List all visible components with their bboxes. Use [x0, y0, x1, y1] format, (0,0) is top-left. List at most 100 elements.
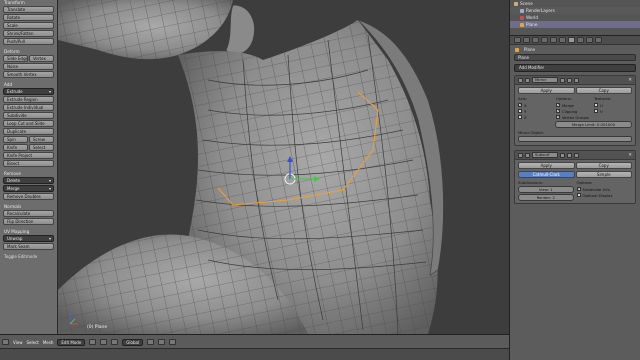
- outliner: Scene RenderLayers World Plane: [509, 0, 640, 36]
- pivot-icon[interactable]: [100, 339, 108, 345]
- modifier-name-field[interactable]: Subsurf: [532, 152, 558, 158]
- spin-button[interactable]: Spin: [3, 136, 28, 143]
- optimal-display-checkbox[interactable]: Optimal Display: [576, 192, 633, 198]
- modifiers-tab-icon[interactable]: [568, 37, 575, 43]
- delete-dropdown-label: Delete: [7, 178, 21, 183]
- push-pull-button[interactable]: Push/Pull: [3, 38, 54, 45]
- slide-vertex-button[interactable]: Vertex: [29, 55, 54, 62]
- knife-project-button[interactable]: Knife Project: [3, 152, 54, 159]
- outliner-row-renderlayers[interactable]: RenderLayers: [510, 7, 640, 14]
- texture-v-checkbox[interactable]: V: [594, 108, 632, 114]
- shrink-fatten-button[interactable]: Shrink/Fatten: [3, 30, 54, 37]
- mesh-object-icon: [515, 47, 519, 52]
- subdivide-button[interactable]: Subdivide: [3, 112, 54, 119]
- mirror-object-field[interactable]: [518, 136, 632, 142]
- shading-icon[interactable]: [89, 339, 97, 345]
- editmode-toggle-icon[interactable]: [574, 152, 579, 158]
- collapse-icon[interactable]: [518, 152, 523, 158]
- layers-tab-icon[interactable]: [523, 37, 530, 43]
- mode-dropdown[interactable]: Edit Mode: [57, 338, 86, 346]
- checkbox-icon: ✓: [576, 187, 581, 191]
- chevron-down-icon: ▾: [48, 236, 51, 241]
- copy-button[interactable]: Copy: [575, 162, 632, 169]
- 3d-viewport[interactable]: (0) Plane: [58, 0, 509, 334]
- orientation-dropdown[interactable]: Global: [122, 338, 144, 346]
- outliner-row-plane[interactable]: Plane: [510, 21, 640, 28]
- slide-edge-button[interactable]: Slide Edge: [3, 55, 28, 62]
- manipulator-icon[interactable]: [111, 339, 119, 345]
- screw-button[interactable]: Screw: [29, 136, 54, 143]
- object-name-field[interactable]: Plane: [514, 54, 636, 61]
- mesh-render: [58, 0, 444, 334]
- viewport-toggle-icon[interactable]: [567, 152, 572, 158]
- checkbox-label: Z: [524, 114, 527, 120]
- scale-button[interactable]: Scale: [3, 22, 54, 29]
- add-modifier-dropdown[interactable]: Add Modifier: [514, 64, 636, 72]
- loop-cut-button[interactable]: Loop Cut and Slide: [3, 120, 54, 127]
- select-menu[interactable]: Select: [27, 340, 39, 345]
- outliner-row-scene[interactable]: Scene: [510, 0, 640, 7]
- extrude-dropdown[interactable]: Extrude ▾: [3, 88, 54, 95]
- vertex-groups-checkbox[interactable]: ✓ Vertex Groups: [556, 114, 594, 120]
- rotate-button[interactable]: Rotate: [3, 14, 54, 21]
- simple-toggle[interactable]: Simple: [575, 171, 632, 178]
- merge-dropdown-label: Merge: [7, 186, 20, 191]
- recalculate-button[interactable]: Recalculate: [3, 210, 54, 217]
- flip-direction-button[interactable]: Flip Direction: [3, 218, 54, 225]
- editmode-toggle-icon[interactable]: [574, 77, 579, 83]
- world-tab-icon[interactable]: [541, 37, 548, 43]
- close-icon[interactable]: ✕: [628, 78, 632, 83]
- smooth-vertex-button[interactable]: Smooth Vertex: [3, 71, 54, 78]
- select-mode-icon[interactable]: [158, 339, 166, 345]
- timeline-strip[interactable]: [0, 348, 509, 360]
- checkbox-icon: [576, 193, 581, 197]
- duplicate-button[interactable]: Duplicate: [3, 128, 54, 135]
- snap-icon[interactable]: [169, 339, 177, 345]
- merge-limit-slider[interactable]: Merge Limit: 0.001000: [555, 121, 632, 128]
- translate-button[interactable]: Translate: [3, 6, 54, 13]
- object-tab-icon[interactable]: [550, 37, 557, 43]
- mark-seam-button[interactable]: Mark Seam: [3, 243, 54, 250]
- viewport-toggle-icon[interactable]: [567, 77, 572, 83]
- texture-tab-icon[interactable]: [595, 37, 602, 43]
- checkbox-label: Y: [524, 108, 527, 114]
- world-icon: [520, 15, 524, 20]
- apply-button[interactable]: Apply: [518, 162, 575, 169]
- render-toggle-icon[interactable]: [560, 152, 565, 158]
- constraints-tab-icon[interactable]: [559, 37, 566, 43]
- toggle-editmode-link[interactable]: Toggle Editmode: [0, 254, 57, 259]
- material-tab-icon[interactable]: [586, 37, 593, 43]
- render-levels-field[interactable]: Render: 2: [518, 194, 574, 201]
- knife-select-button[interactable]: Select: [29, 144, 54, 151]
- extrude-individual-button[interactable]: Extrude Individual: [3, 104, 54, 111]
- catmull-clark-toggle[interactable]: Catmull-Clark: [518, 171, 575, 178]
- chevron-down-icon: ▾: [48, 89, 51, 94]
- copy-button[interactable]: Copy: [575, 87, 632, 94]
- modifier-name-field[interactable]: Mirror: [532, 77, 558, 83]
- bisect-button[interactable]: Bisect: [3, 160, 54, 167]
- merge-dropdown[interactable]: Merge ▾: [3, 185, 54, 192]
- extrude-region-button[interactable]: Extrude Region: [3, 96, 54, 103]
- scene-tab-icon[interactable]: [532, 37, 539, 43]
- view-menu[interactable]: View: [13, 340, 23, 345]
- editor-type-icon[interactable]: [2, 339, 9, 345]
- render-toggle-icon[interactable]: [560, 77, 565, 83]
- delete-dropdown[interactable]: Delete ▾: [3, 177, 54, 184]
- checkbox-icon: [518, 109, 522, 113]
- view-levels-field[interactable]: View: 1: [518, 186, 574, 193]
- close-icon[interactable]: ✕: [628, 153, 632, 158]
- render-tab-icon[interactable]: [514, 37, 521, 43]
- checkbox-icon: [518, 115, 522, 119]
- data-tab-icon[interactable]: [577, 37, 584, 43]
- collapse-icon[interactable]: [518, 77, 523, 83]
- knife-button[interactable]: Knife: [3, 144, 28, 151]
- apply-button[interactable]: Apply: [518, 87, 575, 94]
- axis-z-checkbox[interactable]: Z: [518, 114, 556, 120]
- unwrap-dropdown[interactable]: Unwrap ▾: [3, 235, 54, 242]
- outliner-row-world[interactable]: World: [510, 14, 640, 21]
- checkbox-icon: [594, 103, 598, 107]
- remove-doubles-button[interactable]: Remove Doubles: [3, 193, 54, 200]
- noise-button[interactable]: Noise: [3, 63, 54, 70]
- layer-icon[interactable]: [147, 339, 155, 345]
- mesh-menu[interactable]: Mesh: [43, 340, 54, 345]
